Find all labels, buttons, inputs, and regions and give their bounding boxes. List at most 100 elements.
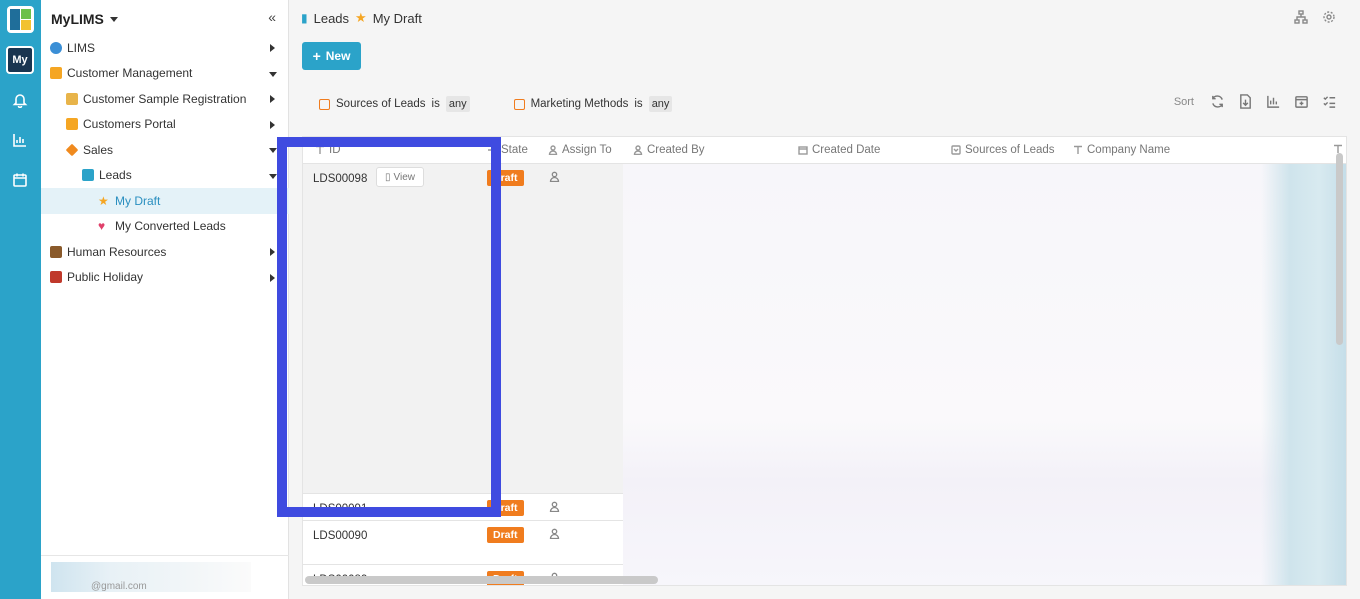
star-icon: ★ bbox=[98, 193, 109, 208]
filter-value[interactable]: any bbox=[648, 96, 673, 112]
filter-field: Marketing Methods bbox=[530, 98, 629, 110]
sidebar-item-label: Customer Sample Registration bbox=[83, 91, 247, 106]
column-created-by[interactable]: Created By bbox=[633, 144, 705, 156]
heart-icon: ♥ bbox=[98, 219, 106, 234]
dropdown-field-icon bbox=[513, 98, 525, 110]
diamond-icon bbox=[65, 143, 79, 157]
column-created-date[interactable]: Created Date bbox=[798, 144, 880, 156]
calendar-icon bbox=[50, 271, 62, 284]
workspace-title: MyLIMS bbox=[51, 11, 104, 27]
plus-icon: + bbox=[312, 48, 321, 64]
filter-op: is bbox=[431, 98, 440, 110]
refresh-icon[interactable] bbox=[1210, 94, 1226, 110]
smiley-icon bbox=[50, 67, 62, 80]
breadcrumb-leads[interactable]: Leads bbox=[314, 11, 349, 26]
workspace-switcher[interactable]: MyLIMS bbox=[51, 10, 118, 28]
status-badge: Draft bbox=[487, 527, 524, 543]
app-logo[interactable] bbox=[7, 6, 34, 33]
blurred-content bbox=[623, 164, 1346, 585]
chevron-right-icon[interactable] bbox=[270, 95, 275, 103]
sidebar-item-sales[interactable]: Sales bbox=[41, 137, 289, 163]
calendar-plus-icon[interactable] bbox=[1294, 94, 1310, 110]
calendar-icon bbox=[798, 145, 808, 155]
globe-icon bbox=[50, 41, 62, 54]
phone-icon bbox=[82, 169, 94, 182]
chart-icon[interactable] bbox=[12, 132, 28, 148]
bar-chart-icon[interactable] bbox=[1266, 94, 1282, 110]
sidebar-item-label: Customers Portal bbox=[83, 117, 176, 132]
user-footer[interactable]: @gmail.com bbox=[41, 555, 289, 599]
sidebar-item-label: Leads bbox=[99, 168, 132, 183]
horizontal-scrollbar[interactable] bbox=[305, 576, 658, 584]
sidebar-item-label: Human Resources bbox=[67, 244, 167, 259]
sidebar-item-human-resources[interactable]: Human Resources bbox=[41, 239, 289, 265]
dropdown-field-icon bbox=[951, 145, 961, 155]
sidebar-item-label: Customer Management bbox=[67, 66, 193, 81]
breadcrumb: ▮ Leads ★ My Draft bbox=[301, 10, 422, 26]
dropdown-field-icon bbox=[319, 98, 330, 110]
user-avatar-blurred bbox=[51, 562, 251, 592]
filter-marketing-methods[interactable]: Marketing Methods is any bbox=[513, 96, 673, 112]
checklist-icon[interactable] bbox=[1322, 94, 1338, 110]
sidebar-item-customer-sample-registration[interactable]: Customer Sample Registration bbox=[41, 86, 289, 112]
sidebar-item-my-draft[interactable]: ★ My Draft bbox=[41, 188, 289, 214]
sidebar-item-label: Public Holiday bbox=[67, 270, 144, 285]
person-icon bbox=[633, 145, 643, 156]
chevron-down-icon[interactable] bbox=[269, 71, 277, 77]
filter-bar: Sources of Leads is any Marketing Method… bbox=[319, 96, 673, 112]
sidebar-item-my-converted-leads[interactable]: ♥ My Converted Leads bbox=[41, 214, 289, 240]
star-icon: ★ bbox=[355, 10, 367, 25]
table-toolbar: Sort bbox=[1174, 94, 1338, 110]
scroll-icon bbox=[66, 92, 78, 105]
sidebar-item-label: LIMS bbox=[67, 40, 96, 55]
app-rail: My bbox=[0, 0, 41, 599]
people-icon bbox=[66, 118, 78, 131]
header-actions bbox=[1294, 10, 1336, 24]
download-icon[interactable] bbox=[1238, 94, 1254, 110]
sidebar-item-customer-management[interactable]: Customer Management bbox=[41, 61, 289, 87]
sidebar-item-leads[interactable]: Leads bbox=[41, 163, 289, 189]
chevron-down-icon[interactable] bbox=[269, 148, 277, 153]
person-icon[interactable] bbox=[549, 528, 560, 540]
new-button-label: New bbox=[325, 49, 351, 63]
gear-icon[interactable] bbox=[1322, 10, 1336, 24]
filter-field: Sources of Leads bbox=[336, 98, 426, 110]
person-icon[interactable] bbox=[549, 171, 560, 183]
row-id: LDS00090 bbox=[313, 530, 368, 542]
collapse-sidebar-icon[interactable]: « bbox=[268, 9, 276, 25]
column-sources-of-leads[interactable]: Sources of Leads bbox=[951, 144, 1055, 156]
new-button[interactable]: + New bbox=[302, 42, 361, 70]
hierarchy-icon[interactable] bbox=[1294, 10, 1308, 24]
picture-icon bbox=[50, 245, 62, 258]
sidebar-item-label: My Converted Leads bbox=[115, 219, 226, 234]
highlight-box bbox=[277, 137, 501, 517]
chevron-right-icon[interactable] bbox=[270, 44, 275, 52]
person-icon[interactable] bbox=[549, 501, 560, 513]
sidebar-item-label: My Draft bbox=[115, 193, 161, 208]
bell-icon[interactable] bbox=[12, 92, 28, 109]
breadcrumb-current: My Draft bbox=[372, 10, 422, 26]
chevron-right-icon[interactable] bbox=[270, 120, 275, 129]
column-assign-to[interactable]: Assign To bbox=[548, 144, 612, 156]
sort-button[interactable]: Sort bbox=[1174, 96, 1194, 108]
filter-sources-of-leads[interactable]: Sources of Leads is any bbox=[319, 96, 470, 112]
sidebar-item-public-holiday[interactable]: Public Holiday bbox=[41, 265, 289, 291]
sidebar-item-customers-portal[interactable]: Customers Portal bbox=[41, 112, 289, 138]
my-workspace-button[interactable]: My bbox=[6, 46, 34, 74]
phone-icon: ▮ bbox=[301, 11, 308, 25]
sidebar-nav: LIMS Customer Management Customer Sample R… bbox=[41, 35, 289, 290]
text-type-icon bbox=[1073, 145, 1083, 155]
vertical-scrollbar[interactable] bbox=[1336, 153, 1343, 345]
column-company-name[interactable]: Company Name bbox=[1073, 144, 1170, 156]
chevron-down-icon[interactable] bbox=[269, 173, 277, 179]
chevron-right-icon[interactable] bbox=[270, 273, 275, 282]
chevron-down-icon bbox=[109, 16, 118, 22]
sidebar-item-lims[interactable]: LIMS bbox=[41, 35, 289, 61]
filter-op: is bbox=[634, 98, 643, 110]
calendar-icon[interactable] bbox=[12, 172, 28, 188]
chevron-right-icon[interactable] bbox=[270, 248, 275, 256]
person-icon bbox=[548, 145, 558, 156]
filter-value[interactable]: any bbox=[445, 96, 470, 112]
sidebar-item-label: Sales bbox=[83, 142, 114, 157]
sidebar: MyLIMS « LIMS Customer Management Customer… bbox=[41, 0, 289, 599]
